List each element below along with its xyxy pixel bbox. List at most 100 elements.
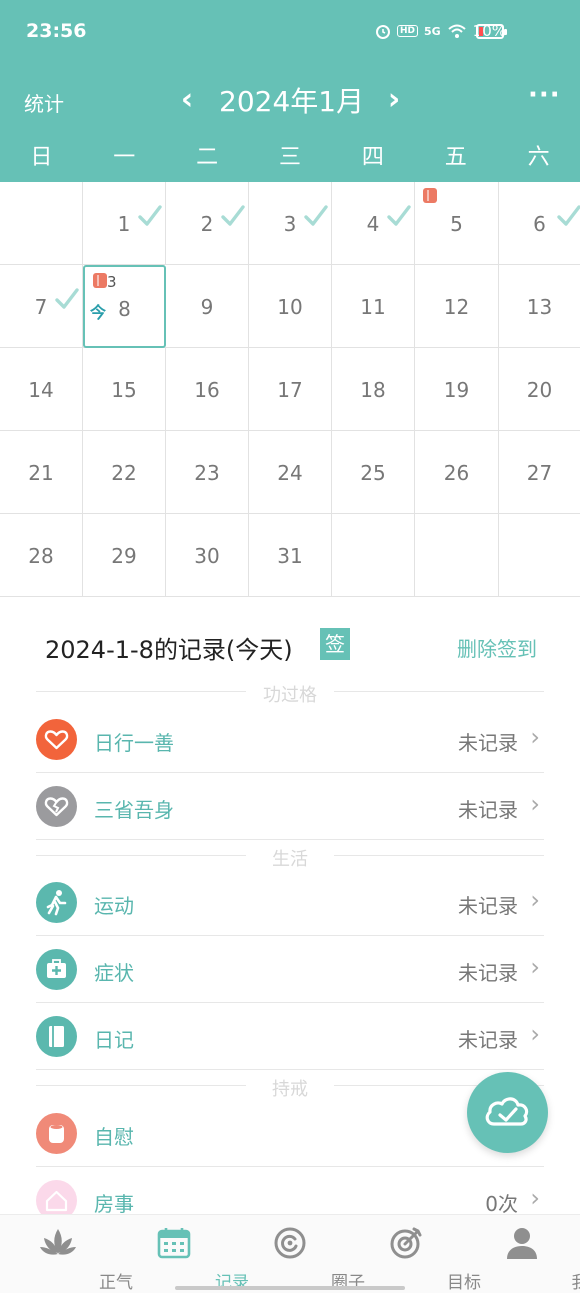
calendar-day-15[interactable]: 15: [83, 348, 166, 431]
calendar-day-20[interactable]: 20: [499, 348, 580, 431]
day-number: 15: [111, 378, 137, 402]
calendar-day-23[interactable]: 23: [166, 431, 249, 514]
day-number: 5: [450, 212, 463, 236]
tab-goals[interactable]: 目标: [348, 1215, 481, 1293]
calendar-day-21[interactable]: 21: [0, 431, 83, 514]
tissue-roll-icon: [423, 188, 437, 203]
calendar-day-19[interactable]: 19: [415, 348, 499, 431]
record-item-label: 运动: [94, 894, 134, 918]
tab-label: 我: [522, 1268, 580, 1293]
section-merit-title: 功过格: [36, 681, 544, 706]
status-time: 23:56: [26, 20, 87, 42]
day-number: 19: [443, 378, 470, 402]
bottom-tab-bar: 正气 记录 圈子 目标 我: [0, 1214, 580, 1293]
record-item-label: 房事: [94, 1192, 134, 1216]
heart-icon: [36, 719, 77, 760]
calendar-day-31[interactable]: 31: [249, 514, 332, 597]
day-number: 25: [360, 461, 386, 485]
day-number: 30: [194, 544, 220, 568]
calendar-day-25[interactable]: 25: [332, 431, 415, 514]
record-count: 3: [107, 273, 117, 291]
alarm-icon: [375, 25, 390, 39]
calendar-day-29[interactable]: 29: [83, 514, 166, 597]
running-icon: [36, 882, 77, 923]
calendar-day-3[interactable]: 3: [249, 182, 332, 265]
calendar-empty-cell: [499, 514, 580, 597]
calendar-day-30[interactable]: 30: [166, 514, 249, 597]
prev-month-icon[interactable]: ‹: [175, 82, 199, 117]
calendar-day-14[interactable]: 14: [0, 348, 83, 431]
calendar-week-1: 1 2 3 4 5 6: [0, 182, 580, 265]
calendar-day-4[interactable]: 4: [332, 182, 415, 265]
app-header: 23:56 HD 5G 10% 统计 ‹ 2024年1月 › ··· 日 一 二…: [0, 0, 580, 182]
calendar-day-28[interactable]: 28: [0, 514, 83, 597]
home-indicator: [175, 1286, 405, 1290]
check-icon: [138, 205, 162, 226]
calendar-day-18[interactable]: 18: [332, 348, 415, 431]
calendar-day-12[interactable]: 12: [415, 265, 499, 348]
calendar-empty-cell: [0, 182, 83, 265]
calendar-day-22[interactable]: 22: [83, 431, 166, 514]
day-number: 27: [526, 461, 553, 485]
record-item-exercise[interactable]: 运动 未记录 ›: [36, 869, 544, 936]
calendar-day-16[interactable]: 16: [166, 348, 249, 431]
chevron-right-icon: ›: [530, 790, 540, 818]
calendar-week-5: 28 29 30 31: [0, 514, 580, 597]
day-number: 9: [200, 295, 214, 319]
sign-badge: 签: [320, 628, 350, 660]
battery-icon: [476, 24, 507, 39]
check-icon: [55, 288, 79, 309]
weekday-mon: 一: [113, 145, 136, 170]
month-navbar: 统计 ‹ 2024年1月 › ···: [0, 64, 580, 134]
tab-zhengqi[interactable]: 正气: [0, 1215, 133, 1293]
record-item-status: 未记录: [458, 894, 518, 918]
delete-checkin-button[interactable]: 删除签到: [457, 633, 537, 662]
next-month-icon[interactable]: ›: [382, 82, 406, 117]
calendar-day-8-today[interactable]: 3 今 8: [83, 265, 166, 348]
calendar-day-17[interactable]: 17: [249, 348, 332, 431]
chevron-right-icon: ›: [530, 953, 540, 981]
calendar-day-11[interactable]: 11: [332, 265, 415, 348]
calendar-day-1[interactable]: 1: [83, 182, 166, 265]
section-life-title: 生活: [36, 845, 544, 870]
tissue-roll-icon: [93, 273, 107, 288]
more-menu-icon[interactable]: ···: [528, 80, 561, 110]
day-number: 18: [360, 378, 386, 402]
record-item-label: 日记: [94, 1028, 134, 1052]
check-icon: [557, 205, 580, 226]
calendar-empty-cell: [332, 514, 415, 597]
stats-button[interactable]: 统计: [24, 88, 64, 117]
calendar-grid: 1 2 3 4 5 6 7 3 今 8 9 10 11 12 13 14 15 …: [0, 182, 580, 598]
calendar-week-3: 14 15 16 17 18 19 20: [0, 348, 580, 431]
calendar-day-6[interactable]: 6: [499, 182, 580, 265]
wifi-icon: [447, 24, 466, 38]
record-item-symptom[interactable]: 症状 未记录 ›: [36, 936, 544, 1003]
record-item-self-reflection[interactable]: 三省吾身 未记录 ›: [36, 773, 544, 840]
record-item-status: 未记录: [458, 731, 518, 755]
record-item-label: 症状: [94, 961, 134, 985]
tab-circle[interactable]: 圈子: [232, 1215, 365, 1293]
calendar-day-24[interactable]: 24: [249, 431, 332, 514]
record-item-good-deed[interactable]: 日行一善 未记录 ›: [36, 706, 544, 773]
weekday-sun: 日: [30, 145, 53, 170]
calendar-day-27[interactable]: 27: [499, 431, 580, 514]
day-number: 29: [111, 544, 137, 568]
record-item-diary[interactable]: 日记 未记录 ›: [36, 1003, 544, 1070]
day-number: 16: [194, 378, 220, 402]
record-item-status: 未记录: [458, 961, 518, 985]
weekday-wed: 三: [279, 145, 302, 170]
calendar-day-9[interactable]: 9: [166, 265, 249, 348]
tab-records[interactable]: 记录: [116, 1215, 249, 1293]
calendar-day-2[interactable]: 2: [166, 182, 249, 265]
calendar-day-5[interactable]: 5: [415, 182, 499, 265]
calendar-day-26[interactable]: 26: [415, 431, 499, 514]
cloud-sync-button[interactable]: [467, 1072, 548, 1153]
chevron-right-icon: ›: [530, 886, 540, 914]
calendar-day-10[interactable]: 10: [249, 265, 332, 348]
record-item-label: 三省吾身: [94, 798, 174, 822]
calendar-day-7[interactable]: 7: [0, 265, 83, 348]
check-icon: [387, 205, 411, 226]
tab-me[interactable]: 我: [464, 1215, 580, 1293]
circle-icon: [274, 1227, 306, 1259]
calendar-day-13[interactable]: 13: [499, 265, 580, 348]
